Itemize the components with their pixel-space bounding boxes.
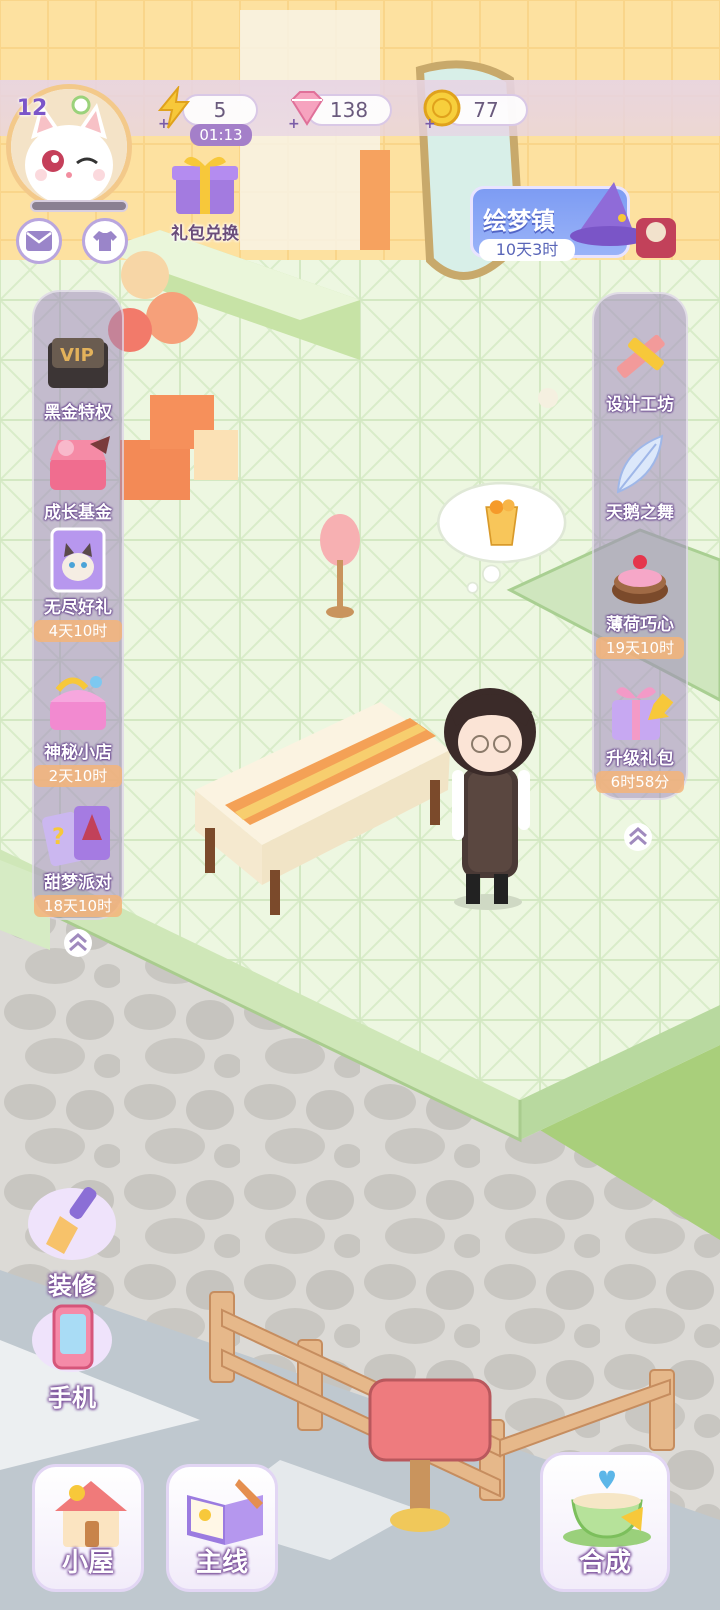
gem-value: 138	[329, 98, 369, 122]
left-menu-endless-gift[interactable]: 无尽好礼 4天10时	[30, 525, 126, 642]
teacup-heart-icon	[563, 1470, 651, 1547]
mail-button[interactable]	[16, 218, 62, 264]
house-button[interactable]: 小屋	[32, 1464, 144, 1592]
right-menu-timer: 6时58分	[596, 771, 684, 793]
upgrade-gift-icon	[612, 687, 674, 740]
svg-text:+: +	[288, 116, 300, 130]
story-book-icon	[187, 1479, 263, 1545]
energy-refill-timer: 01:13	[190, 124, 252, 146]
gift-exchange-button[interactable]: 礼包兑换	[162, 148, 248, 244]
phone-label: 手机	[48, 1384, 96, 1412]
right-menu-label: 设计工坊	[606, 395, 674, 415]
cat-card-icon	[50, 527, 106, 593]
mainline-label: 主线	[195, 1548, 248, 1578]
game-scene: 12 5 + 01:13 138 + 77 + 礼包兑换 绘梦镇 10天3时 V…	[0, 0, 720, 1610]
svg-text:?: ?	[52, 825, 65, 850]
left-menu-label: 甜梦派对	[44, 873, 112, 893]
wardrobe-button[interactable]	[82, 218, 128, 264]
right-menu-timer: 19天10时	[596, 637, 684, 659]
gift-exchange-label: 礼包兑换	[171, 224, 239, 244]
mainline-button[interactable]: 主线	[166, 1464, 278, 1592]
witch-hat-icon	[570, 182, 676, 258]
right-menu-label: 天鹅之舞	[606, 503, 674, 523]
party-cards-icon: ?	[42, 806, 110, 867]
energy-value: 5	[213, 98, 227, 122]
right-menu-swan-dance[interactable]: 天鹅之舞	[592, 430, 688, 523]
envelope-icon	[26, 231, 52, 251]
left-menu-timer: 4天10时	[34, 620, 122, 642]
merge-button[interactable]: 合成	[540, 1452, 670, 1592]
pink-treasure-box-icon	[50, 436, 110, 490]
decorate-button[interactable]: 装修	[24, 1182, 120, 1301]
left-menu-timer: 2天10时	[34, 765, 122, 787]
svg-text:+: +	[158, 116, 170, 130]
left-menu-mystery-shop[interactable]: 神秘小店 2天10时	[30, 670, 126, 787]
right-menu-label: 升级礼包	[606, 749, 674, 769]
decorate-label: 装修	[48, 1272, 96, 1300]
player-xp-bar	[30, 200, 128, 212]
right-menu-label: 薄荷巧心	[606, 615, 674, 635]
phone-button[interactable]: 手机	[24, 1302, 120, 1413]
left-menu-label: 成长基金	[44, 503, 112, 523]
house-icon	[55, 1481, 127, 1547]
left-menu-growth-fund[interactable]: 成长基金	[30, 430, 126, 523]
event-title: 绘梦镇	[483, 207, 555, 235]
right-menu-design-workshop[interactable]: 设计工坊	[592, 322, 688, 415]
left-menu-sweet-dream-party[interactable]: ? 甜梦派对 18天10时	[30, 800, 126, 917]
lightning-icon: +	[157, 86, 191, 130]
right-menu-upgrade-pack[interactable]: 升级礼包 6时58分	[592, 676, 688, 793]
vip-badge-text: VIP	[60, 345, 94, 366]
juice-drink-icon	[485, 499, 519, 546]
magic-chest-icon	[50, 676, 106, 730]
ruler-pencil-icon	[616, 334, 665, 378]
left-menu-label: 神秘小店	[44, 743, 112, 763]
pink-phone-icon	[32, 1304, 112, 1372]
gold-coin-icon: +	[423, 89, 461, 130]
pink-gem-icon: +	[288, 91, 324, 130]
paint-brush-icon	[28, 1187, 116, 1260]
order-thought-bubble[interactable]	[420, 478, 580, 598]
coin-value: 77	[473, 98, 499, 122]
vip-card-icon: VIP	[48, 338, 108, 388]
event-banner[interactable]: 绘梦镇 10天3时	[470, 178, 688, 266]
feather-icon	[616, 434, 664, 494]
event-timer: 10天3时	[479, 239, 575, 261]
left-menu-black-gold[interactable]: VIP 黑金特权	[30, 330, 126, 423]
left-menu-label: 无尽好礼	[44, 598, 112, 618]
purple-gift-box-icon	[172, 156, 238, 214]
cake-icon	[612, 555, 668, 604]
merge-label: 合成	[578, 1548, 631, 1578]
shirt-icon	[93, 231, 117, 251]
left-menu-timer: 18天10时	[34, 895, 122, 917]
right-collapse-chevron-icon[interactable]	[620, 822, 656, 852]
player-level: 12	[16, 96, 48, 121]
left-collapse-chevron-icon[interactable]	[60, 928, 96, 958]
right-menu-mint-heart[interactable]: 薄荷巧心 19天10时	[592, 542, 688, 659]
left-menu-label: 黑金特权	[44, 403, 112, 423]
house-label: 小屋	[61, 1548, 114, 1578]
svg-text:+: +	[424, 116, 436, 130]
